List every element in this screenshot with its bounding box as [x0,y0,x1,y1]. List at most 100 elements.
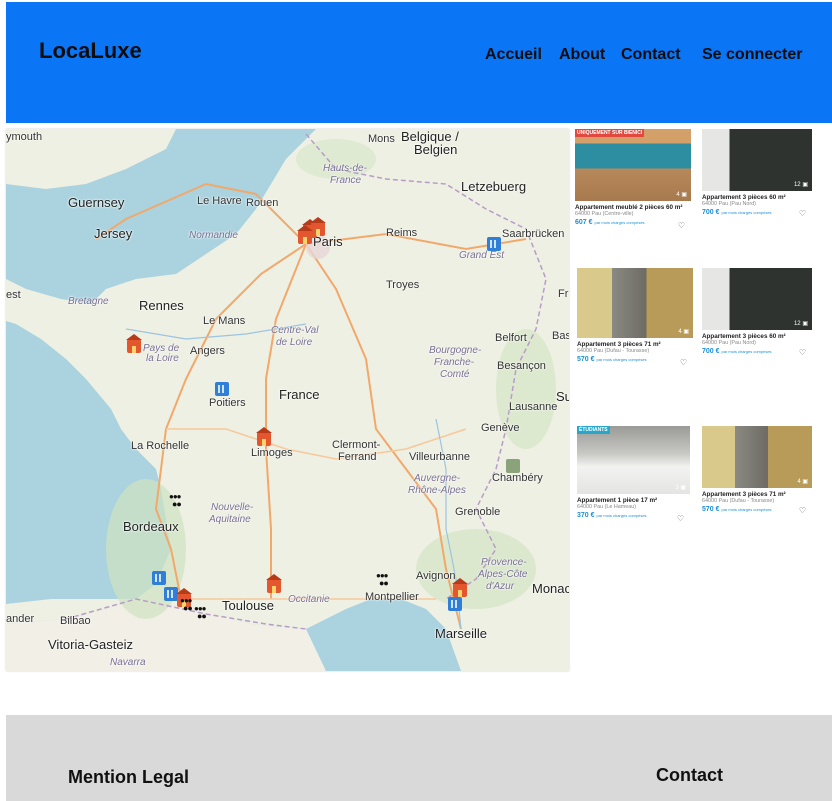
nav-contact[interactable]: Contact [621,46,681,64]
map-label: Bas [552,330,569,342]
photo-count: 4 ▣ [678,329,689,335]
map-label: Limoges [251,447,293,459]
map-label: Mons [368,133,395,145]
listing-location: 64000 Pau (Le Hameau) [577,504,637,510]
photo-count: 4 ▣ [676,192,687,198]
map-label: Le Havre [197,195,242,207]
map-label: Provence- [481,557,527,568]
map-marker-house[interactable] [297,225,313,244]
favorite-heart-icon[interactable]: ♡ [678,221,685,230]
listing-card[interactable]: UNIQUEMENT SUR BIENICI 4 ▣ Appartement m… [575,129,691,230]
page: LocaLuxe Accueil About Contact Se connec… [0,0,832,801]
map-marker-group[interactable] [376,572,392,588]
map-label: Bretagne [68,296,109,307]
listing-badge: UNIQUEMENT SUR BIENICI [575,129,645,137]
favorite-heart-icon[interactable]: ♡ [799,506,806,515]
listing-title: Appartement 1 pièce 17 m² [577,497,658,504]
map-view[interactable]: Belgique / Belgien Letzebuerg Hauts-de- … [6,129,569,671]
map-label: Alpes-Côte [478,569,528,580]
map-label: Su [556,389,569,404]
site-footer: Mention Legal Contact [6,715,832,801]
map-label: Vitoria-Gasteiz [48,637,134,652]
map-marker-group[interactable] [169,493,185,509]
map-label: Rennes [139,298,184,313]
listing-photo: ÉTUDIANTS 3 ▣ [577,426,690,494]
map-label: Occitanie [288,594,330,605]
map-marker-house[interactable] [310,217,326,236]
map-label: Chambéry [492,472,543,484]
listing-location: 64000 Pau (Centre-ville) [575,211,634,217]
listing-card[interactable]: 12 ▣ Appartement 3 pièces 60 m² 64000 Pa… [702,129,812,218]
map-label: Troyes [386,279,420,291]
map-label: Rouen [246,197,279,209]
map-marker-building[interactable] [487,237,501,251]
map-label: Montpellier [365,591,419,603]
listing-card[interactable]: 4 ▣ Appartement 3 pièces 71 m² 64000 Pau… [702,426,812,515]
nav-about[interactable]: About [559,46,605,64]
listing-title: Appartement 3 pièces 71 m² [702,491,786,498]
map-label: Le Mans [203,315,246,327]
favorite-heart-icon[interactable]: ♡ [799,209,806,218]
map-label: Genève [481,422,520,434]
map-marker-house[interactable] [452,578,468,597]
favorite-heart-icon[interactable]: ♡ [799,348,806,357]
map-label: est [6,289,21,301]
map-marker-house[interactable] [126,334,142,353]
map-marker-trees[interactable] [506,459,520,473]
map-marker-building[interactable] [215,382,229,396]
map-marker-house[interactable] [256,427,272,446]
footer-legal-link[interactable]: Mention Legal [68,767,189,788]
footer-contact-link[interactable]: Contact [656,765,723,786]
listing-price: 700 € par mois charges comprises [702,209,772,216]
map-label: d'Azur [486,581,515,592]
map-label: la Loire [146,353,179,364]
map-label: Bordeaux [123,519,179,534]
map-label: Belfort [495,332,527,344]
map-label: Bilbao [60,615,91,627]
map-marker-building[interactable] [448,597,462,611]
nav-se-connecter[interactable]: Se connecter [702,46,802,64]
photo-count: 12 ▣ [793,182,808,188]
map-label: Centre-Val [271,325,319,336]
site-header: LocaLuxe Accueil About Contact Se connec… [6,2,832,123]
listing-price: 570 € par mois charges comprises [577,356,647,363]
map-marker-group[interactable] [194,605,210,621]
map-label: Angers [190,345,225,357]
listing-badge: ÉTUDIANTS [577,426,610,434]
map-label: Saarbrücken [502,228,565,240]
map-label: France [330,175,362,186]
listing-photo: 4 ▣ [577,268,693,338]
listing-title: Appartement 3 pièces 71 m² [577,341,661,348]
listing-card[interactable]: ÉTUDIANTS 3 ▣ Appartement 1 pièce 17 m² … [577,426,690,523]
map-label: Lausanne [509,401,558,413]
map-label: Rhône-Alpes [408,485,466,496]
photo-count: 3 ▣ [675,485,686,491]
listing-title: Appartement meublé 2 pièces 60 m² [575,204,683,211]
map-marker-house[interactable] [266,574,282,593]
listing-price: 700 € par mois charges comprises [702,348,772,355]
listing-title: Appartement 3 pièces 60 m² [702,194,786,201]
map-label: ander [6,613,35,625]
map-label: Ferrand [338,451,377,463]
map-marker-building[interactable] [152,571,166,585]
listing-title: Appartement 3 pièces 60 m² [702,333,786,340]
listing-location: 64000 Pau (Pau Nord) [702,340,756,346]
listing-card[interactable]: 4 ▣ Appartement 3 pièces 71 m² 64000 Pau… [577,268,693,367]
map-label: Besançon [497,360,546,372]
favorite-heart-icon[interactable]: ♡ [680,358,687,367]
map-label: Nouvelle- [211,502,254,513]
map-label: Clermont- [332,439,381,451]
map-label: Auvergne- [414,473,461,484]
nav-accueil[interactable]: Accueil [485,46,542,64]
listing-card[interactable]: 12 ▣ Appartement 3 pièces 60 m² 64000 Pa… [702,268,812,357]
map-label: ymouth [6,131,43,143]
listing-location: 64000 Pau (Pau Nord) [702,201,756,207]
map-label: Avignon [416,570,456,582]
listing-photo: 12 ▣ [702,129,812,191]
map-label: Bourgogne- [429,345,482,356]
map-label: Grand Est [459,250,505,261]
listing-price: 607 € par mois charges comprises [575,219,645,226]
map-label: Normandie [189,230,238,241]
favorite-heart-icon[interactable]: ♡ [677,514,684,523]
map-label: France [279,387,320,402]
